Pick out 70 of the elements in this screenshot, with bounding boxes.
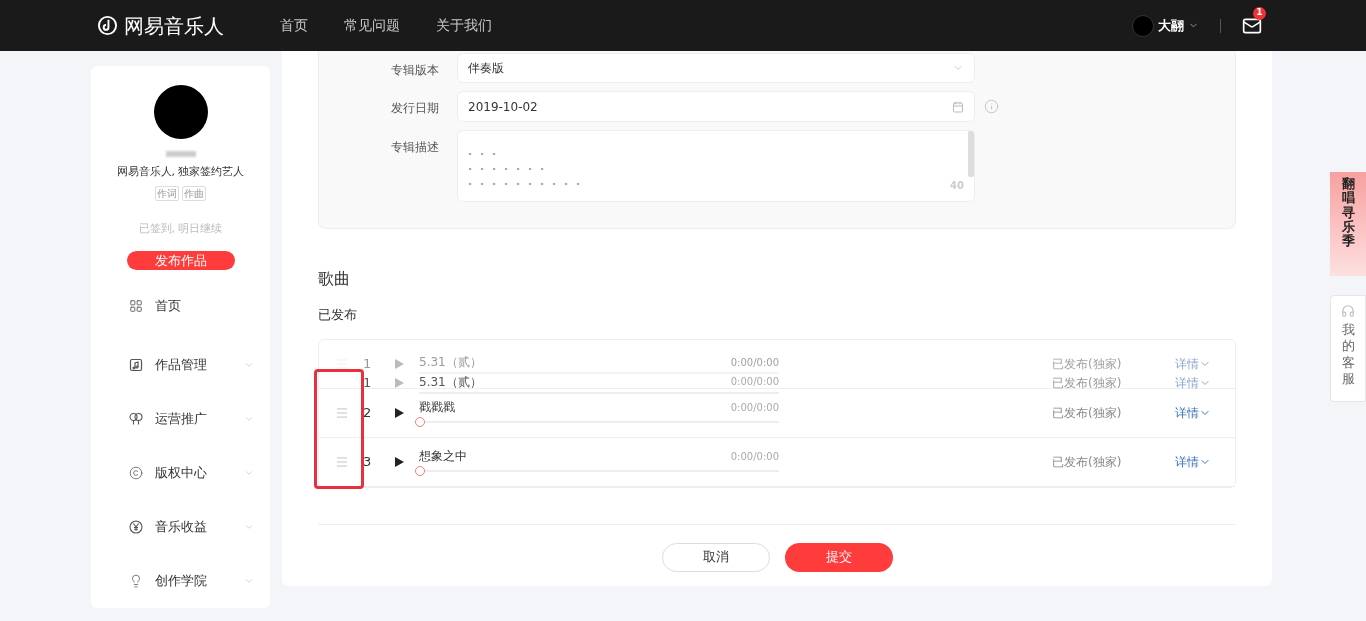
song-status: 已发布(独家) xyxy=(1052,404,1123,422)
field-label: 专辑版本 xyxy=(390,62,439,79)
blurred-name xyxy=(165,151,196,157)
song-status: 已发布(独家) xyxy=(1052,355,1123,373)
role-tag: 作曲 xyxy=(182,186,206,201)
drag-handle-icon[interactable] xyxy=(335,454,349,469)
user-avatar[interactable] xyxy=(1132,14,1154,37)
copyright-icon xyxy=(129,466,143,480)
detail-link[interactable]: 详情 xyxy=(1175,403,1211,422)
avatar[interactable] xyxy=(153,85,208,139)
nav-link[interactable]: 常见问题 xyxy=(344,15,400,36)
yen-icon xyxy=(129,520,143,534)
calendar-icon xyxy=(952,100,964,113)
field-label: 发行日期 xyxy=(390,100,439,117)
date-field[interactable]: 2019-10-02 xyxy=(457,91,975,122)
logo-icon xyxy=(97,15,118,36)
song-title: 5.31（贰） xyxy=(419,354,482,371)
artist-subtitle: 网易音乐人, 独家签约艺人 xyxy=(116,163,245,180)
song-status: 已发布(独家) xyxy=(1052,375,1123,392)
promo-banner[interactable]: 翻唱寻乐季 xyxy=(1330,172,1366,276)
drag-handle-icon[interactable] xyxy=(335,405,349,420)
sidebar-item[interactable]: 音乐收益 xyxy=(91,500,270,554)
user-name[interactable]: 大翮 xyxy=(1158,15,1184,36)
checkin-status: 已签到, 明日继续 xyxy=(138,221,223,237)
role-tag: 作词 xyxy=(155,186,179,201)
song-index: 1 xyxy=(363,354,373,373)
detail-link[interactable]: 详情 xyxy=(1175,452,1211,471)
notification-badge: 1 xyxy=(1253,6,1266,20)
cancel-button[interactable]: 取消 xyxy=(661,542,770,572)
info-icon[interactable] xyxy=(984,99,999,114)
section-title: 歌曲 xyxy=(318,268,351,290)
description-line: 。。。。。。。。。。 xyxy=(468,174,588,188)
scrollbar-thumb[interactable] xyxy=(968,131,974,177)
progress-handle[interactable] xyxy=(415,417,425,427)
sidebar-item[interactable]: 版权中心 xyxy=(91,446,270,500)
drag-handle-icon[interactable] xyxy=(335,356,349,371)
song-index: 2 xyxy=(363,403,373,422)
nav-link[interactable]: 关于我们 xyxy=(436,15,492,36)
sidebar-item[interactable]: 运营推广 xyxy=(91,392,270,446)
song-time: 0:00/0:00 xyxy=(730,400,779,415)
song-time: 0:00/0:00 xyxy=(730,375,779,389)
grid-icon xyxy=(129,299,143,313)
song-title: 5.31（贰） xyxy=(419,373,482,391)
music-note-icon xyxy=(129,358,143,372)
publish-button[interactable]: 发布作品 xyxy=(126,250,235,270)
song-index: 3 xyxy=(363,452,373,471)
nav-link[interactable]: 首页 xyxy=(280,15,308,36)
sidebar-item[interactable]: 创作学院 xyxy=(91,554,270,608)
service-widget[interactable]: 我的客服 xyxy=(1330,295,1366,402)
song-title: 想象之中 xyxy=(419,448,467,465)
song-index: 1 xyxy=(363,374,373,393)
song-status: 已发布(独家) xyxy=(1052,453,1123,471)
play-icon[interactable] xyxy=(395,407,404,418)
balloon-icon xyxy=(129,412,143,426)
sidebar-item[interactable]: 作品管理 xyxy=(91,338,270,392)
progress-handle[interactable] xyxy=(415,466,425,476)
song-time: 0:00/0:00 xyxy=(730,449,779,464)
sidebar-item[interactable]: 首页 xyxy=(91,292,270,320)
lightbulb-icon xyxy=(129,574,143,588)
play-icon[interactable] xyxy=(395,456,404,467)
submit-button[interactable]: 提交 xyxy=(784,542,893,572)
section-subtitle: 已发布 xyxy=(318,306,358,324)
song-time: 0:00/0:00 xyxy=(730,355,779,370)
logo-text[interactable]: 网易音乐人 xyxy=(124,10,224,41)
description-line: 。。。。。。。 xyxy=(468,159,552,173)
description-line: 。。。 xyxy=(468,144,504,158)
field-label: 专辑描述 xyxy=(390,139,439,156)
headphones-icon xyxy=(1341,304,1355,318)
song-title: 戳戳戳 xyxy=(419,399,455,416)
version-select[interactable]: 伴奏版 xyxy=(457,53,975,83)
